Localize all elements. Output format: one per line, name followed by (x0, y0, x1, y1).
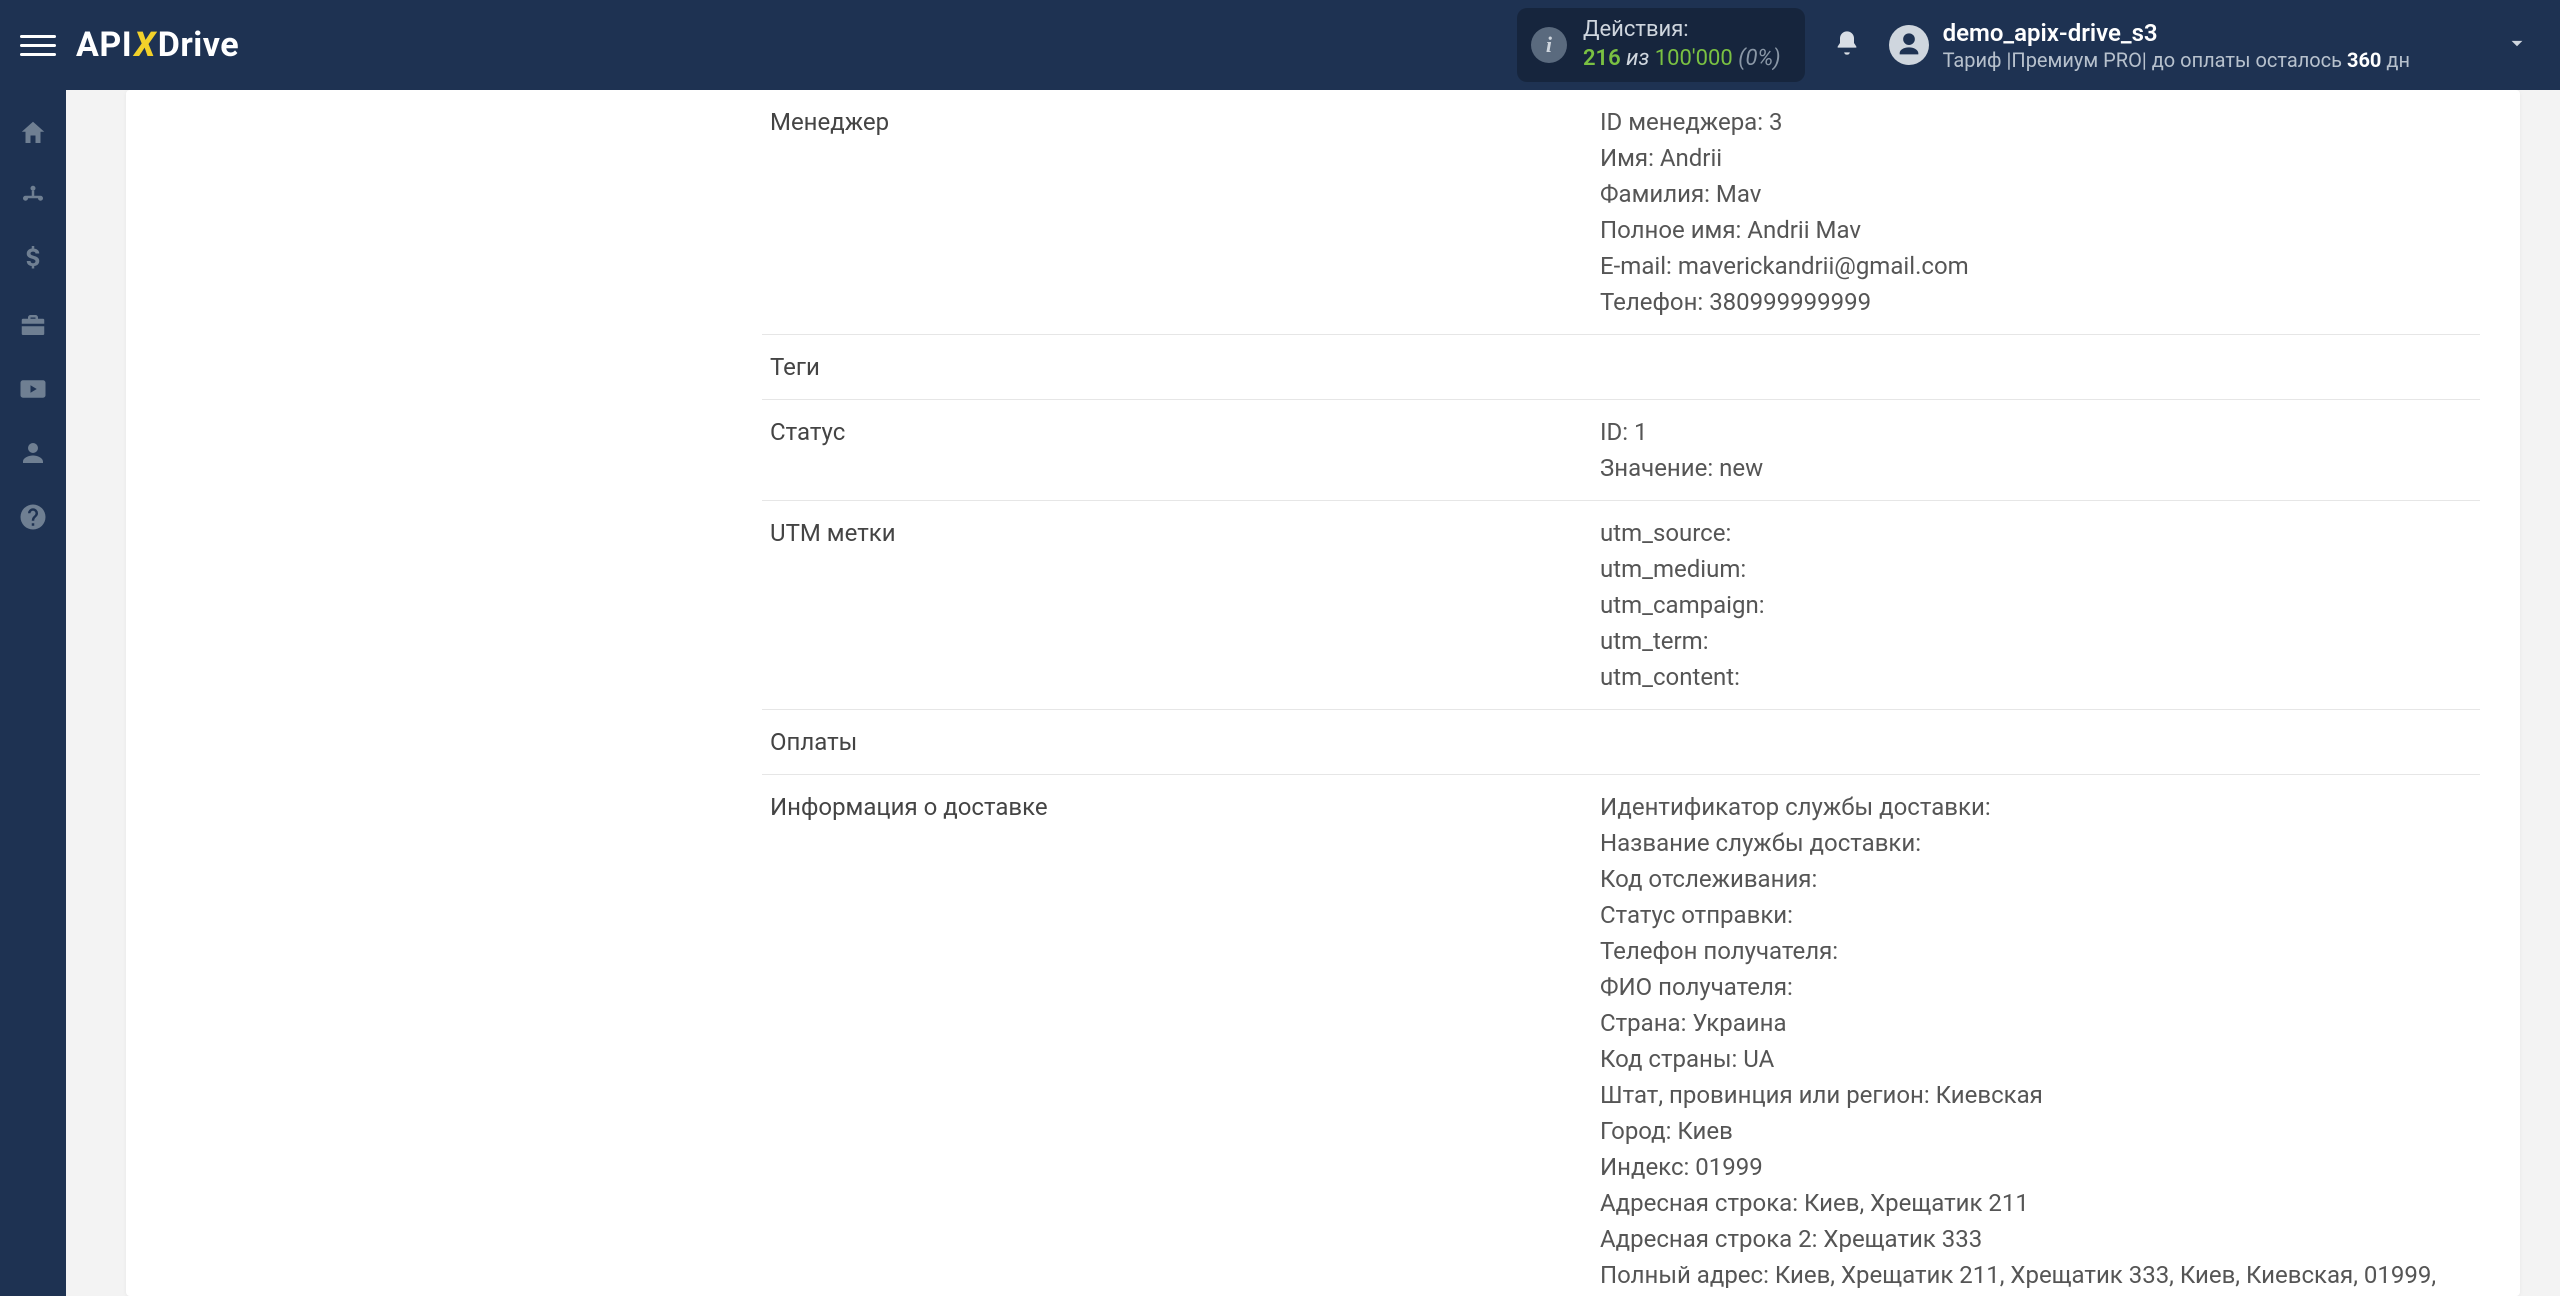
table-row: Теги (762, 335, 2480, 400)
info-icon: i (1531, 27, 1567, 63)
row-value (1592, 335, 2480, 400)
row-label: UTM метки (762, 501, 1592, 710)
avatar-icon (1889, 25, 1929, 65)
table-row: Информация о доставкеИдентификатор служб… (762, 775, 2480, 1296)
side-rail (0, 90, 66, 1296)
table-row: UTM меткиutm_source:utm_medium:utm_campa… (762, 501, 2480, 710)
table-row: Оплаты (762, 710, 2480, 775)
row-value: ID менеджера: 3Имя: AndriiФамилия: MavПо… (1592, 90, 2480, 335)
profile-icon[interactable] (18, 438, 48, 468)
user-name: demo_apix-drive_s3 (1943, 18, 2410, 48)
main-card: МенеджерID менеджера: 3Имя: AndriiФамили… (126, 90, 2520, 1296)
user-tariff: Тариф |Премиум PRO| до оплаты осталось 3… (1943, 48, 2410, 73)
logo-text-drive: Drive (158, 25, 239, 65)
chevron-down-icon (2504, 30, 2530, 60)
data-table: МенеджерID менеджера: 3Имя: AndriiФамили… (762, 90, 2480, 1296)
table-row: СтатусID: 1Значение: new (762, 400, 2480, 501)
row-value: utm_source:utm_medium:utm_campaign:utm_t… (1592, 501, 2480, 710)
billing-icon[interactable] (18, 246, 48, 276)
row-label: Теги (762, 335, 1592, 400)
actions-numbers: 216 из 100'000 (0%) (1583, 45, 1781, 74)
menu-toggle-icon[interactable] (20, 27, 56, 63)
top-header: API X Drive i Действия: 216 из 100'000 (… (0, 0, 2560, 90)
connections-icon[interactable] (18, 182, 48, 212)
row-value (1592, 710, 2480, 775)
logo-text-api: API (76, 25, 132, 65)
logo-text-x: X (134, 25, 156, 65)
logo[interactable]: API X Drive (76, 25, 239, 65)
briefcase-icon[interactable] (18, 310, 48, 340)
actions-counter[interactable]: i Действия: 216 из 100'000 (0%) (1517, 8, 1805, 81)
help-icon[interactable] (18, 502, 48, 532)
row-label: Статус (762, 400, 1592, 501)
user-menu[interactable]: demo_apix-drive_s3 Тариф |Премиум PRO| д… (1889, 18, 2530, 73)
row-label: Менеджер (762, 90, 1592, 335)
table-row: МенеджерID менеджера: 3Имя: AndriiФамили… (762, 90, 2480, 335)
row-label: Оплаты (762, 710, 1592, 775)
video-icon[interactable] (18, 374, 48, 404)
row-value: ID: 1Значение: new (1592, 400, 2480, 501)
home-icon[interactable] (18, 118, 48, 148)
notifications-icon[interactable] (1833, 29, 1861, 61)
actions-label: Действия: (1583, 16, 1781, 45)
row-value: Идентификатор службы доставки:Название с… (1592, 775, 2480, 1296)
row-label: Информация о доставке (762, 775, 1592, 1296)
